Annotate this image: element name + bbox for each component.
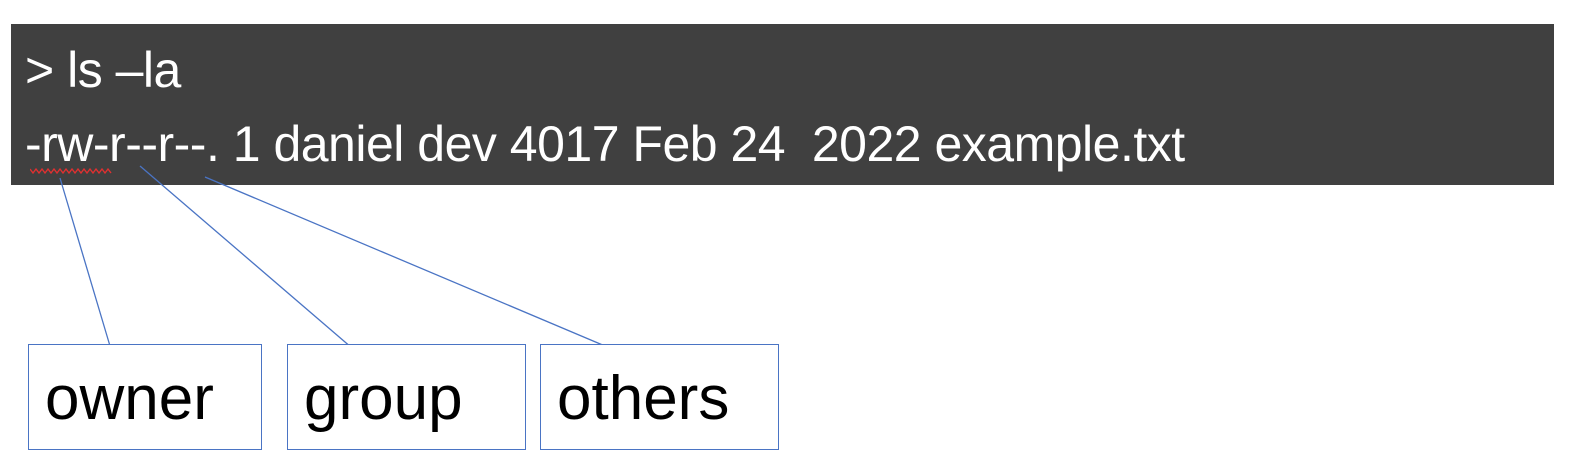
group-connector [139, 165, 353, 349]
command-line: > ls –la [25, 42, 181, 98]
owner-connector [59, 177, 111, 347]
others-label: others [557, 364, 730, 433]
others-label-box: others [540, 344, 779, 450]
output-line: -rw-r--r--. 1 daniel dev 4017 Feb 24 202… [25, 116, 1185, 172]
owner-label-box: owner [28, 344, 262, 450]
spellcheck-underline [30, 167, 112, 175]
group-label: group [304, 364, 463, 433]
owner-label: owner [45, 364, 214, 433]
terminal-window: > ls –la -rw-r--r--. 1 daniel dev 4017 F… [11, 24, 1554, 185]
others-connector [204, 176, 606, 347]
group-label-box: group [287, 344, 526, 450]
